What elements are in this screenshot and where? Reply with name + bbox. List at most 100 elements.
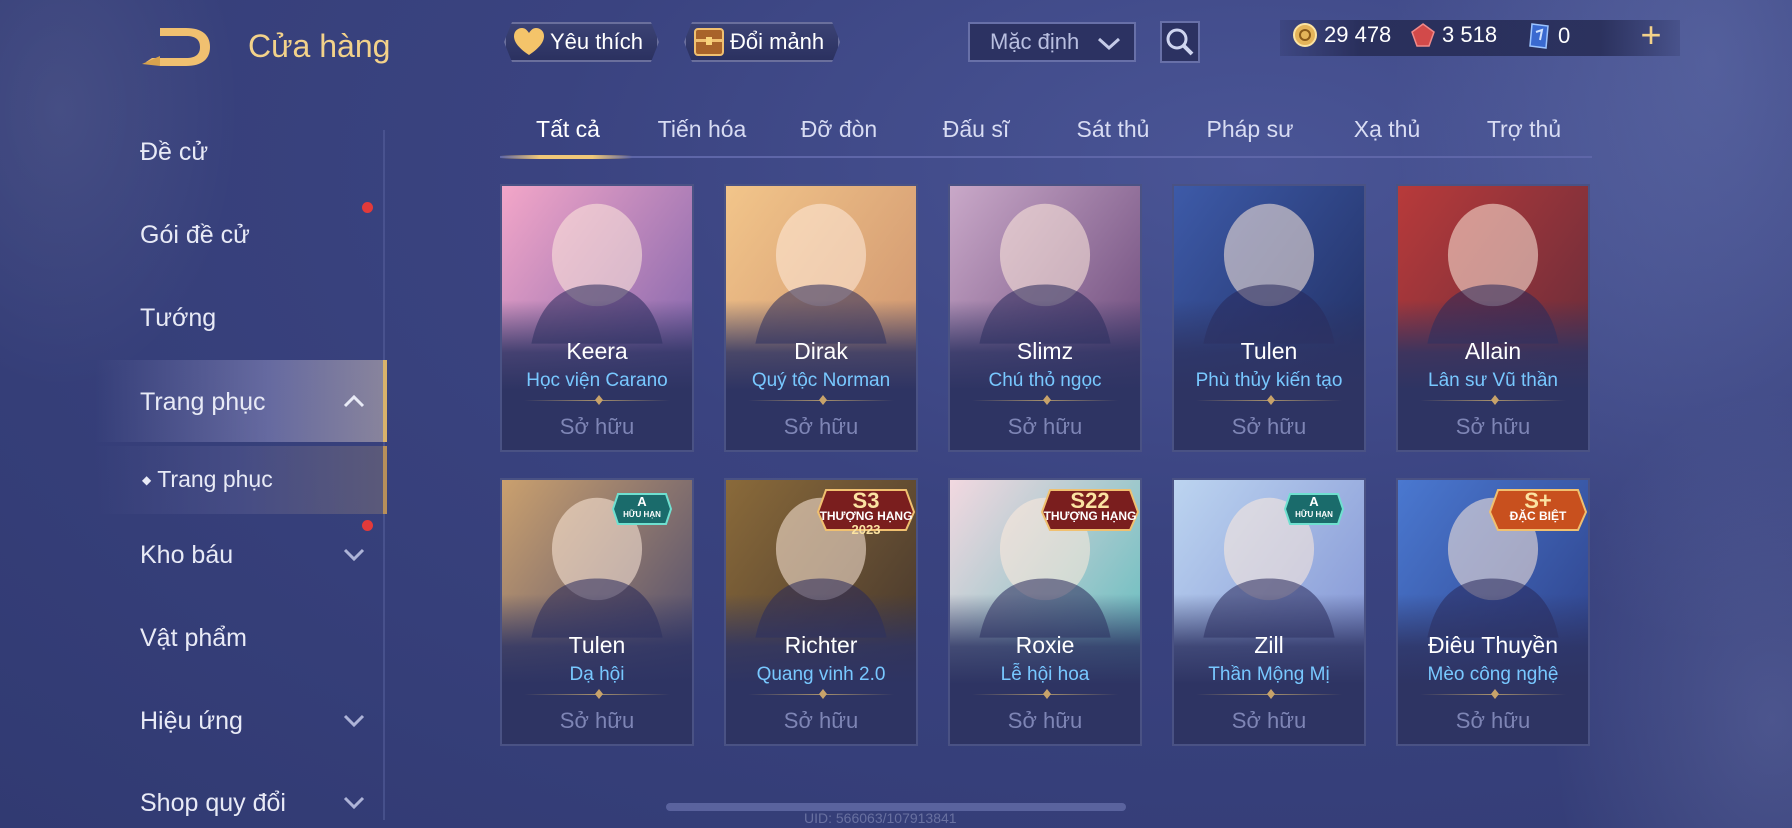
back-arrow-icon bbox=[142, 28, 210, 66]
skin-card[interactable]: Slimz Chú thỏ ngọc Sở hữu bbox=[948, 184, 1142, 452]
badge-year: 2023 bbox=[851, 522, 881, 537]
owned-status: Sở hữu bbox=[1231, 708, 1307, 733]
tab-label: Tất cả bbox=[536, 116, 600, 142]
sidebar-item-skins[interactable]: Trang phục bbox=[140, 388, 266, 417]
sidebar-item-exchange-shop[interactable]: Shop quy đổi bbox=[140, 789, 286, 818]
gem-currency: 3 518 bbox=[1410, 22, 1497, 48]
notification-dot bbox=[362, 202, 373, 213]
add-currency-button[interactable]: + bbox=[1636, 17, 1666, 54]
sidebar-item-treasure[interactable]: Kho báu bbox=[140, 541, 233, 570]
tier-badge: A HỮU HẠN bbox=[1283, 492, 1345, 531]
owned-status: Sở hữu bbox=[783, 414, 859, 439]
skin-name: Dạ hội bbox=[569, 664, 625, 685]
heart-icon bbox=[512, 25, 546, 59]
gem-amount: 3 518 bbox=[1442, 22, 1498, 47]
category-tabs: Tất cả Tiến hóa Đỡ đòn Đấu sĩ Sát thủ Ph… bbox=[500, 112, 1592, 159]
skin-name: Lễ hội hoa bbox=[1000, 664, 1090, 685]
owned-status: Sở hữu bbox=[559, 414, 635, 439]
tab-all[interactable]: Tất cả bbox=[500, 116, 636, 143]
tier-badge: S3 THƯỢNG HẠNG 2023 bbox=[816, 482, 916, 543]
badge-bottom: HỮU HẠN bbox=[623, 510, 661, 519]
badge-bottom: ĐẶC BIỆT bbox=[1509, 509, 1567, 523]
skin-name: Học viện Carano bbox=[526, 370, 668, 391]
chevron-down-icon bbox=[1097, 37, 1121, 51]
sort-dropdown[interactable]: Mặc định bbox=[968, 22, 1136, 62]
hero-name: Zill bbox=[1254, 632, 1284, 658]
owned-status: Sở hữu bbox=[1007, 708, 1083, 733]
tab-evolution[interactable]: Tiến hóa bbox=[634, 116, 770, 143]
back-button[interactable] bbox=[140, 26, 216, 68]
card-currency: 0 bbox=[1526, 22, 1570, 50]
badge-bottom: HỮU HẠN bbox=[1295, 510, 1333, 519]
tier-badge: S+ ĐẶC BIỆT bbox=[1488, 482, 1588, 543]
skin-card[interactable]: Điêu Thuyền Mèo công nghệ Sở hữu S+ ĐẶC … bbox=[1396, 478, 1590, 746]
skin-name: Quý tộc Norman bbox=[751, 370, 891, 391]
gold-coin-icon bbox=[1293, 23, 1317, 47]
skin-name: Chú thỏ ngọc bbox=[988, 370, 1102, 391]
blue-card-icon bbox=[1529, 23, 1549, 49]
hero-name: Slimz bbox=[1016, 338, 1074, 364]
skin-name: Mèo công nghệ bbox=[1427, 664, 1559, 685]
sidebar-item-recommended[interactable]: Đề cử bbox=[140, 138, 208, 167]
chevron-down-icon bbox=[343, 548, 365, 562]
exchange-button[interactable]: Đổi mảnh bbox=[684, 22, 840, 62]
sidebar-item-items[interactable]: Vật phẩm bbox=[140, 624, 247, 653]
bullet-icon: ◆ bbox=[142, 473, 152, 487]
tab-support[interactable]: Trợ thủ bbox=[1456, 116, 1592, 143]
owned-status: Sở hữu bbox=[1455, 708, 1531, 733]
skin-card[interactable]: Richter Quang vinh 2.0 Sở hữu S3 THƯỢNG … bbox=[724, 478, 918, 746]
sort-value: Mặc định bbox=[990, 29, 1080, 54]
hero-name: Richter bbox=[784, 632, 858, 658]
owned-status: Sở hữu bbox=[1455, 414, 1531, 439]
search-icon bbox=[1166, 28, 1194, 56]
tab-tank[interactable]: Đỡ đòn bbox=[771, 116, 907, 143]
skin-name: Phù thủy kiến tạo bbox=[1195, 370, 1343, 391]
tab-mage[interactable]: Pháp sư bbox=[1182, 116, 1318, 143]
hero-name: Tulen bbox=[1240, 338, 1298, 364]
skin-card[interactable]: Allain Lân sư Vũ thần Sở hữu bbox=[1396, 184, 1590, 452]
chevron-down-icon bbox=[343, 796, 365, 810]
skin-card[interactable]: Keera Học viện Carano Sở hữu bbox=[500, 184, 694, 452]
gold-currency: 29 478 bbox=[1292, 22, 1391, 48]
hero-name: Keera bbox=[566, 338, 628, 364]
owned-status: Sở hữu bbox=[1007, 414, 1083, 439]
badge-bottom: THƯỢNG HẠNG bbox=[819, 509, 913, 523]
hero-name: Tulen bbox=[568, 632, 626, 658]
tab-active-underline bbox=[500, 155, 632, 159]
hero-name: Dirak bbox=[794, 338, 848, 364]
sidebar-item-recommended-pack[interactable]: Gói đề cử bbox=[140, 221, 250, 250]
favorites-button[interactable]: Yêu thích bbox=[504, 22, 659, 62]
skin-card[interactable]: Roxie Lễ hội hoa Sở hữu S22 THƯỢNG HẠNG bbox=[948, 478, 1142, 746]
tab-assassin[interactable]: Sát thủ bbox=[1045, 116, 1181, 143]
skin-card[interactable]: Tulen Phù thủy kiến tạo Sở hữu bbox=[1172, 184, 1366, 452]
hero-name: Allain bbox=[1464, 338, 1522, 364]
favorites-label: Yêu thích bbox=[550, 29, 643, 54]
chevron-down-icon bbox=[343, 714, 365, 728]
badge-bottom: THƯỢNG HẠNG bbox=[1043, 509, 1137, 523]
gold-amount: 29 478 bbox=[1324, 22, 1392, 47]
page-title: Cửa hàng bbox=[248, 28, 391, 64]
treasure-chest-icon bbox=[692, 25, 726, 59]
sidebar-subitem-skins[interactable]: ◆ Trang phục bbox=[142, 466, 273, 493]
skin-name: Thần Mộng Mị bbox=[1208, 664, 1330, 685]
badge-top: A bbox=[637, 494, 647, 509]
chevron-up-icon bbox=[343, 394, 365, 408]
sidebar-item-effects[interactable]: Hiệu ứng bbox=[140, 707, 243, 736]
sidebar-item-heroes[interactable]: Tướng bbox=[140, 304, 216, 333]
tab-fighter[interactable]: Đấu sĩ bbox=[908, 116, 1044, 143]
card-amount: 0 bbox=[1558, 23, 1571, 48]
exchange-label: Đổi mảnh bbox=[730, 29, 825, 54]
sidebar-subitem-label: Trang phục bbox=[157, 466, 273, 492]
skin-card[interactable]: Zill Thần Mộng Mị Sở hữu A HỮU HẠN bbox=[1172, 478, 1366, 746]
skin-card[interactable]: Dirak Quý tộc Norman Sở hữu bbox=[724, 184, 918, 452]
tier-badge: S22 THƯỢNG HẠNG bbox=[1040, 482, 1140, 543]
hero-name: Điêu Thuyền bbox=[1428, 632, 1558, 658]
tier-badge: A HỮU HẠN bbox=[611, 492, 673, 531]
search-button[interactable] bbox=[1160, 21, 1200, 63]
tab-marksman[interactable]: Xạ thủ bbox=[1319, 116, 1455, 143]
badge-top: A bbox=[1309, 494, 1319, 509]
skin-card[interactable]: Tulen Dạ hội Sở hữu A HỮU HẠN bbox=[500, 478, 694, 746]
hero-name: Roxie bbox=[1015, 632, 1075, 658]
owned-status: Sở hữu bbox=[783, 708, 859, 733]
red-gem-icon bbox=[1411, 23, 1435, 47]
